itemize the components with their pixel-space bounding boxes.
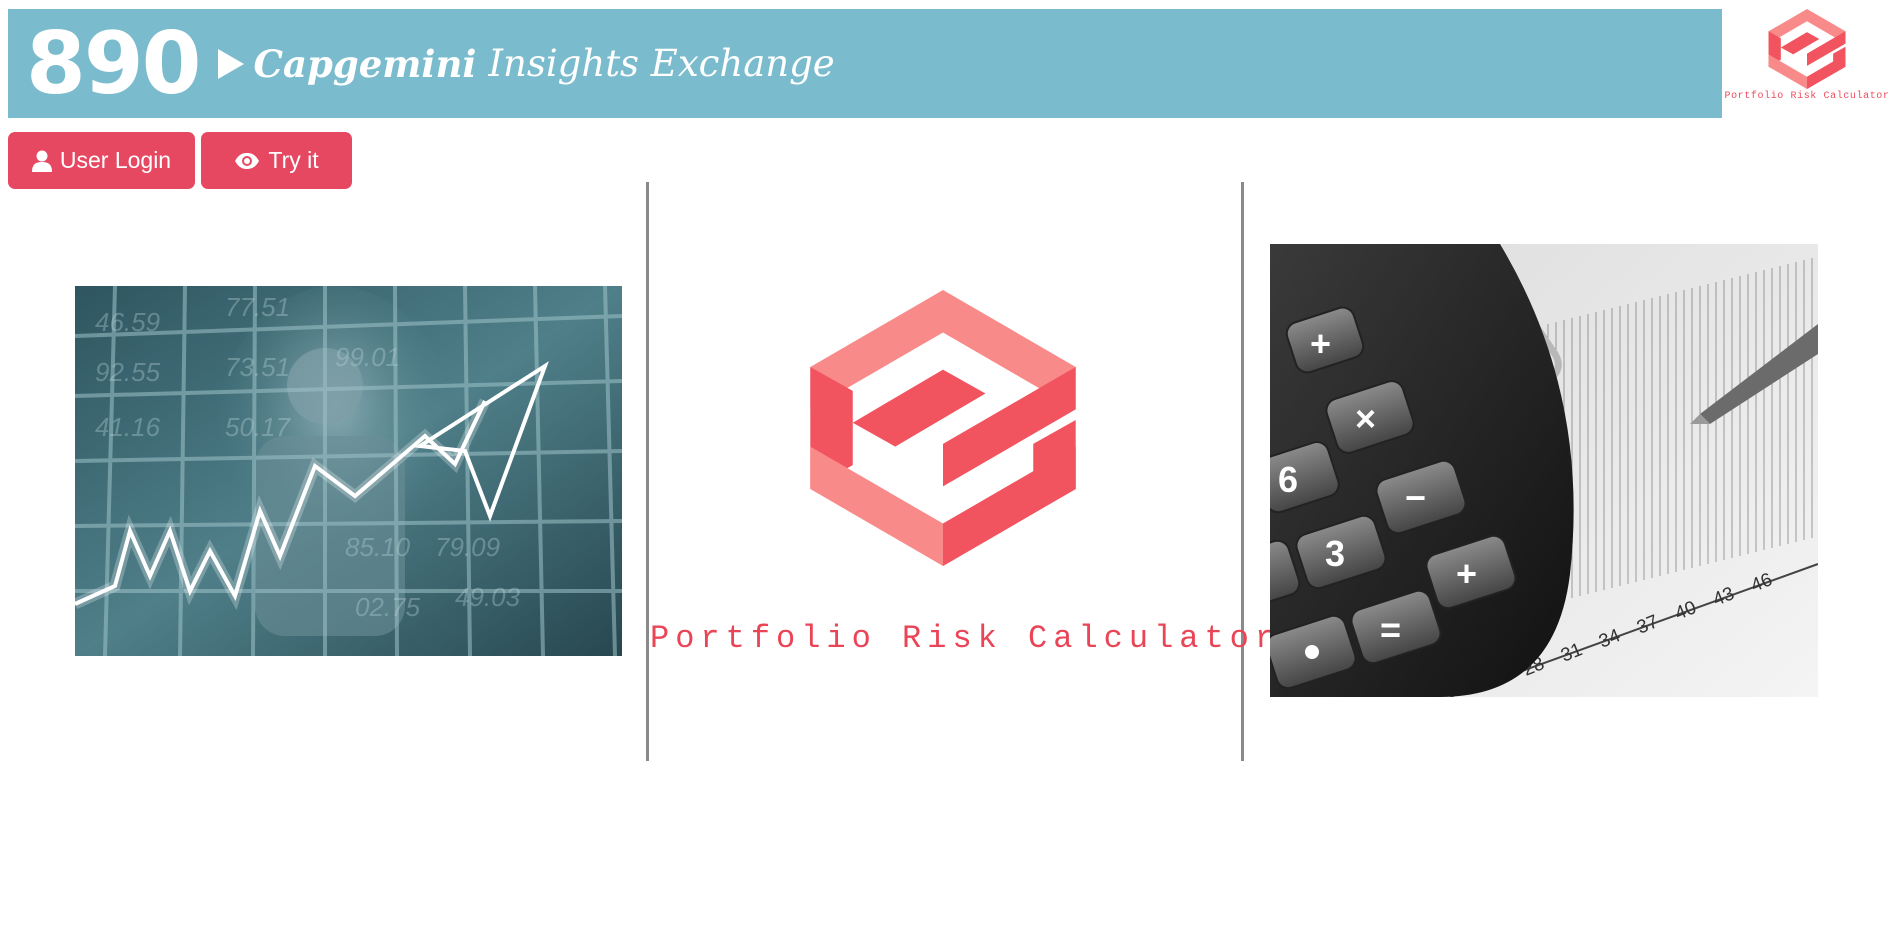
- column-divider-left: [646, 182, 649, 761]
- svg-text:=: =: [1380, 609, 1401, 650]
- svg-text:79.09: 79.09: [435, 532, 500, 562]
- banner-subtitle: Insights Exchange: [488, 42, 835, 85]
- svg-text:73.51: 73.51: [225, 352, 290, 382]
- brand-name: Capgemini: [253, 41, 477, 86]
- svg-text:+: +: [1310, 323, 1331, 364]
- svg-text:41.16: 41.16: [95, 412, 161, 442]
- column-divider-right: [1241, 182, 1244, 761]
- user-login-label: User Login: [59, 147, 172, 173]
- user-login-button[interactable]: User Login: [8, 132, 195, 189]
- calculator-photo: 25 28 31 34 37 40 43 46 + × 6 − 3 + =: [1270, 244, 1818, 697]
- svg-text:49.03: 49.03: [455, 582, 521, 612]
- svg-text:46.59: 46.59: [95, 307, 160, 337]
- header-banner: 890 Capgemini Insights Exchange: [8, 9, 1722, 118]
- eye-icon: [234, 152, 260, 170]
- center-logo: Portfolio Risk Calculator: [650, 290, 1281, 670]
- svg-text:6: 6: [1278, 459, 1298, 500]
- portfolio-risk-logo-icon: [810, 290, 1076, 566]
- user-icon: [31, 150, 52, 172]
- svg-text:50.17: 50.17: [225, 412, 292, 442]
- svg-text:+: +: [1456, 553, 1477, 594]
- stock-chart-photo: 46.59 77.51 92.55 73.51 99.01 41.16 50.17 85…: [75, 286, 622, 656]
- banner-number: 890: [26, 13, 202, 114]
- try-it-button[interactable]: Try it: [201, 132, 352, 189]
- corner-logo-caption: Portfolio Risk Calculator: [1724, 91, 1890, 102]
- svg-text:×: ×: [1355, 398, 1376, 439]
- svg-text:92.55: 92.55: [95, 357, 161, 387]
- svg-text:99.01: 99.01: [335, 342, 400, 372]
- portfolio-risk-logo-icon: [1768, 9, 1846, 89]
- svg-text:77.51: 77.51: [225, 292, 290, 322]
- play-arrow-icon: [217, 48, 244, 79]
- svg-text:−: −: [1405, 477, 1426, 518]
- svg-text:3: 3: [1325, 533, 1345, 574]
- center-logo-title: Portfolio Risk Calculator: [650, 620, 1281, 657]
- svg-text:02.75: 02.75: [355, 592, 421, 622]
- try-it-label: Try it: [268, 147, 319, 173]
- corner-logo: Portfolio Risk Calculator: [1724, 9, 1890, 121]
- svg-text:85.10: 85.10: [345, 532, 411, 562]
